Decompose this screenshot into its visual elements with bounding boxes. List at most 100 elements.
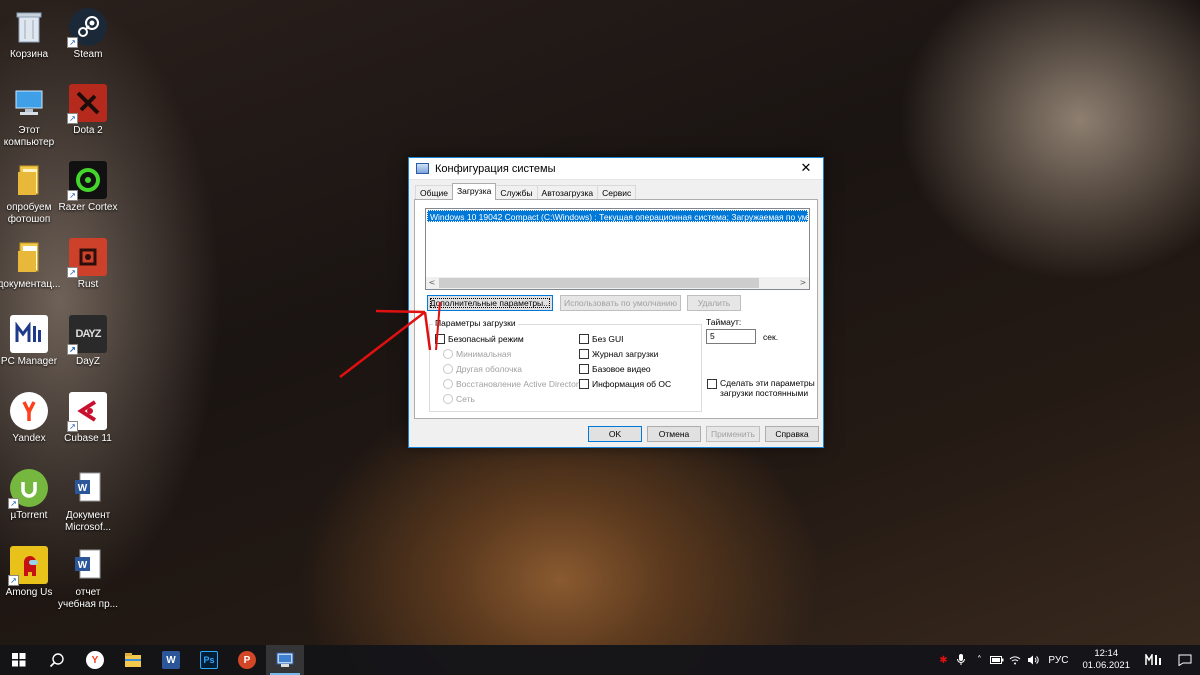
msconfig-icon [416,163,429,174]
system-config-dialog: Конфигурация системы ✕ Общие Загрузка Сл… [408,157,824,448]
clock[interactable]: 12:14 01.06.2021 [1074,648,1138,672]
word-document-icon: W [69,546,107,584]
desktop-icon-word-doc[interactable]: W Документ Microsof... [56,465,120,537]
dialog-titlebar[interactable]: Конфигурация системы ✕ [409,158,823,180]
language-indicator[interactable]: РУС [1042,655,1074,666]
cancel-button[interactable]: Отмена [647,426,701,442]
msconfig-icon [276,652,294,667]
windows-logo-icon [12,653,26,667]
pc-manager-tray-icon[interactable] [1138,645,1170,675]
safe-boot-checkbox[interactable]: Безопасный режим [435,334,524,344]
desktop-icon-razer-cortex[interactable]: ↗ Razer Cortex [56,157,120,229]
desktop-icon-this-pc[interactable]: Этот компьютер [0,80,61,152]
clock-date: 01.06.2021 [1082,660,1130,671]
scroll-thumb[interactable] [439,278,759,288]
word-icon: W [162,651,180,669]
advanced-options-button[interactable]: Дополнительные параметры... [427,295,553,311]
apply-button[interactable]: Применить [706,426,760,442]
timeout-input[interactable]: 5 [706,329,756,344]
desktop-icon-rust[interactable]: ↗ Rust [56,234,120,306]
scroll-left-icon[interactable]: < [426,277,438,289]
taskbar-powerpoint[interactable]: P [228,645,266,675]
desktop-icon-label: Yandex [12,433,46,444]
scroll-track[interactable] [438,277,797,289]
battery-icon[interactable] [988,645,1006,675]
desktop-icon-label: PC Manager [0,356,58,367]
wifi-icon[interactable] [1006,645,1024,675]
desktop-icon-utorrent[interactable]: ↗ µTorrent [0,465,61,537]
folder-icon [10,238,48,276]
os-list-item[interactable]: Windows 10 19042 Compact (C:\Windows) : … [427,210,808,222]
system-tray: ✱ ˄ РУС 12:14 01.06.2021 [934,645,1200,675]
desktop-icon-word-report[interactable]: W отчет учебная пр... [56,542,120,614]
desktop-icon-label: Корзина [9,49,49,60]
network-radio[interactable]: Сеть [443,394,475,404]
volume-icon[interactable] [1024,645,1042,675]
desktop-icon-label: опробуем фотошоп [6,202,52,225]
desktop-icon-dayz[interactable]: DAYZ ↗ DayZ [56,311,120,383]
word-document-icon: W [69,469,107,507]
tab-startup[interactable]: Автозагрузка [536,185,599,200]
delete-button[interactable]: Удалить [687,295,741,311]
desktop-icon-folder-docs[interactable]: документац... [0,234,61,306]
desktop-icon-label: µTorrent [10,510,48,521]
desktop-icon-steam[interactable]: ↗ Steam [56,4,120,76]
boot-log-checkbox[interactable]: Журнал загрузки [579,349,658,359]
close-button[interactable]: ✕ [789,158,823,180]
no-gui-checkbox[interactable]: Без GUI [579,334,624,344]
notifications-icon[interactable] [1170,645,1200,675]
shortcut-arrow-icon: ↗ [67,190,78,201]
desktop-icon-label: Razer Cortex [58,202,118,213]
taskbar-photoshop[interactable]: Ps [190,645,228,675]
start-button[interactable] [0,645,38,675]
microphone-icon[interactable] [952,645,970,675]
chevron-up-icon[interactable]: ˄ [970,645,988,675]
taskbar: Y W Ps P ✱ ˄ РУС 12:14 01.06.2021 [0,645,1200,675]
desktop-icon-recycle-bin[interactable]: Корзина [0,4,61,76]
desktop-icon-label: Steam [73,49,103,60]
make-permanent-checkbox[interactable]: Сделать эти параметры загрузки постоянны… [707,378,832,398]
desktop-icon-folder-photoshop[interactable]: опробуем фотошоп [0,157,61,229]
set-default-button[interactable]: Использовать по умолчанию [560,295,681,311]
help-button[interactable]: Справка [765,426,819,442]
desktop-icon-label: Dota 2 [73,125,103,136]
shortcut-arrow-icon: ↗ [8,498,19,509]
base-video-checkbox[interactable]: Базовое видео [579,364,651,374]
taskbar-explorer[interactable] [114,645,152,675]
horizontal-scrollbar[interactable]: < > [426,277,809,289]
yandex-icon [10,392,48,430]
os-list[interactable]: Windows 10 19042 Compact (C:\Windows) : … [425,208,810,290]
ok-button[interactable]: OK [588,426,642,442]
taskbar-word[interactable]: W [152,645,190,675]
tab-tools[interactable]: Сервис [597,185,637,200]
dayz-icon: DAYZ ↗ [67,315,107,355]
minimal-radio[interactable]: Минимальная [443,349,511,359]
shortcut-arrow-icon: ↗ [67,113,78,124]
desktop-icon-label: Документ Microsof... [64,510,112,533]
recycle-bin-icon [10,8,48,46]
tab-boot[interactable]: Загрузка [451,183,497,200]
scroll-right-icon[interactable]: > [797,277,809,289]
alternate-shell-radio[interactable]: Другая оболочка [443,364,522,374]
os-info-checkbox[interactable]: Информация об ОС [579,379,671,389]
taskbar-msconfig[interactable] [266,645,304,675]
ad-repair-radio[interactable]: Восстановление Active Directory [443,379,583,389]
clock-time: 12:14 [1094,648,1119,659]
notification-app-icon[interactable]: ✱ [934,645,952,675]
desktop-icon-label: Cubase 11 [64,433,112,444]
desktop-icon-cubase[interactable]: ↗ Cubase 11 [56,388,120,460]
desktop-icon-label: Rust [77,279,99,290]
taskbar-yandex[interactable]: Y [76,645,114,675]
shortcut-arrow-icon: ↗ [67,421,78,432]
timeout-unit: сек. [763,332,779,342]
desktop-icon-pc-manager[interactable]: PC Manager [0,311,61,383]
tab-services[interactable]: Службы [495,185,538,200]
search-button[interactable] [38,645,76,675]
search-icon [49,653,64,668]
steam-icon: ↗ [67,8,107,48]
desktop-icon-yandex[interactable]: Yandex [0,388,61,460]
desktop-icon-dota2[interactable]: ↗ Dota 2 [56,80,120,152]
tab-general[interactable]: Общие [415,185,453,200]
desktop-icon-among-us[interactable]: ↗ Among Us [0,542,61,614]
file-explorer-icon [125,653,141,667]
